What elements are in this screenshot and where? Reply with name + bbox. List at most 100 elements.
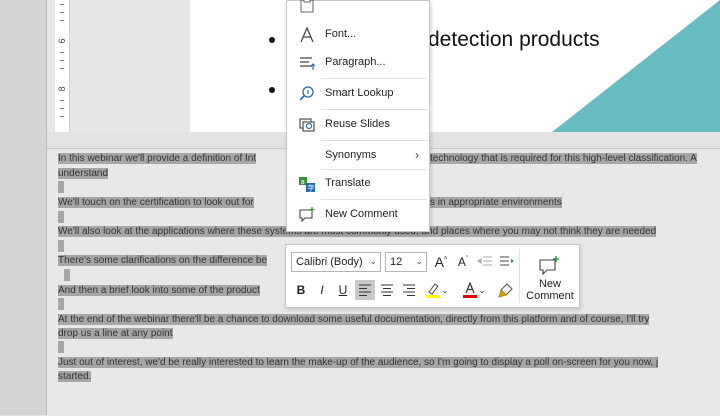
decrease-font-size-icon: Aˇ xyxy=(457,255,469,269)
font-name-value: Calibri (Body) xyxy=(296,256,363,268)
svg-text:a: a xyxy=(301,178,305,186)
font-size-dropdown[interactable]: 12 ⌄ xyxy=(385,252,427,272)
menu-item-label: Smart Lookup xyxy=(325,87,394,99)
menu-item-paragraph[interactable]: Paragraph... xyxy=(287,49,429,77)
bullet-point xyxy=(269,87,275,93)
notes-text: technology that is required for this hig… xyxy=(430,153,697,164)
decrease-indent-button[interactable] xyxy=(475,252,495,272)
chevron-down-icon: ⌄ xyxy=(415,256,423,266)
notes-text: In this webinar we'll provide a definiti… xyxy=(58,153,257,164)
ruler-tick xyxy=(60,68,64,69)
notes-line[interactable]: At the end of the webinar there'll be a … xyxy=(58,313,650,326)
empty-line-highlight xyxy=(58,181,64,193)
menu-item-translate[interactable]: a字 Translate xyxy=(287,170,429,198)
highlight-color-dropdown[interactable]: ⌄ xyxy=(440,280,450,300)
notes-text: understand xyxy=(58,168,109,179)
notes-line[interactable]: drop us a line at any point xyxy=(58,327,173,340)
chevron-down-icon: ⌄ xyxy=(441,285,449,295)
align-right-icon xyxy=(403,284,415,296)
menu-item-label: Translate xyxy=(325,177,371,189)
menu-item-label: Font... xyxy=(325,28,357,40)
vertical-ruler: 6 8 xyxy=(55,0,70,132)
menu-item-paste-options[interactable] xyxy=(287,0,429,19)
decrease-indent-icon xyxy=(477,256,492,266)
toolbar-divider xyxy=(519,249,520,303)
notes-line[interactable]: technology that is required for this hig… xyxy=(430,152,697,165)
bold-button[interactable]: B xyxy=(291,280,311,300)
decrease-font-size-button[interactable]: Aˇ xyxy=(453,252,473,272)
empty-line-highlight xyxy=(58,298,64,310)
chevron-right-icon: › xyxy=(415,148,419,162)
italic-button[interactable]: I xyxy=(312,280,332,300)
smart-lookup-icon xyxy=(297,85,317,103)
notes-text: We'll touch on the certification to look… xyxy=(58,197,254,208)
font-color-dropdown[interactable]: ⌄ xyxy=(477,280,487,300)
notes-line[interactable]: There's some clarifications on the diffe… xyxy=(58,254,268,267)
slide-canvas[interactable]: detection products xyxy=(190,0,720,132)
notes-line[interactable]: Just out of interest, we'd be really int… xyxy=(58,356,659,369)
svg-text:字: 字 xyxy=(308,184,315,193)
notes-text: s in appropriate environments xyxy=(430,197,562,208)
mini-toolbar: Calibri (Body) ⌄ 12 ⌄ A^ Aˇ B I U ⌄ ⌄ Ne… xyxy=(285,244,580,308)
teal-triangle-shape xyxy=(552,0,720,132)
font-size-value: 12 xyxy=(390,256,403,268)
ruler-tick xyxy=(60,60,64,61)
new-comment-button[interactable]: New Comment xyxy=(523,278,577,302)
align-right-button[interactable] xyxy=(399,280,419,300)
notes-text: And then a brief look into some of the p… xyxy=(58,285,260,296)
ruler-tick xyxy=(60,108,64,109)
notes-line[interactable]: In this webinar we'll provide a definiti… xyxy=(58,152,257,165)
menu-item-new-comment[interactable]: New Comment xyxy=(287,201,429,229)
chevron-down-icon: ⌄ xyxy=(369,256,377,266)
empty-line-highlight xyxy=(64,269,70,281)
context-menu: Font... Paragraph... Smart Lookup Reuse … xyxy=(286,0,430,232)
ruler-tick xyxy=(60,52,64,53)
align-left-button[interactable] xyxy=(355,280,375,300)
notes-text: Just out of interest, we'd be really int… xyxy=(58,357,659,368)
notes-text: started. xyxy=(58,371,92,382)
menu-item-smart-lookup[interactable]: Smart Lookup xyxy=(287,80,429,108)
align-center-button[interactable] xyxy=(377,280,397,300)
increase-indent-icon xyxy=(500,256,514,266)
font-color-icon xyxy=(463,282,477,298)
chevron-down-icon: ⌄ xyxy=(478,285,486,295)
align-left-icon xyxy=(359,284,371,296)
notes-line[interactable]: started. xyxy=(58,370,92,383)
menu-separator xyxy=(321,140,427,141)
ruler-number: 8 xyxy=(57,86,67,92)
paragraph-icon xyxy=(297,54,317,72)
font-name-dropdown[interactable]: Calibri (Body) ⌄ xyxy=(291,252,381,272)
notes-line[interactable]: understand xyxy=(58,167,109,180)
notes-line[interactable]: We'll touch on the certification to look… xyxy=(58,196,254,209)
paste-icon xyxy=(297,0,317,14)
menu-separator xyxy=(321,199,427,200)
slide-bullet-text[interactable]: detection products xyxy=(428,28,600,52)
reuse-slides-icon xyxy=(297,116,317,134)
notes-line[interactable]: s in appropriate environments xyxy=(430,196,562,209)
notes-text: There's some clarifications on the diffe… xyxy=(58,255,268,266)
font-icon xyxy=(297,26,317,44)
ruler-tick xyxy=(60,100,64,101)
menu-item-font[interactable]: Font... xyxy=(287,21,429,49)
increase-indent-button[interactable] xyxy=(497,252,517,272)
notes-line[interactable]: And then a brief look into some of the p… xyxy=(58,284,260,297)
menu-item-reuse-slides[interactable]: Reuse Slides xyxy=(287,111,429,139)
increase-font-size-button[interactable]: A^ xyxy=(431,252,451,272)
menu-item-label: Reuse Slides xyxy=(325,118,390,130)
notes-text: At the end of the webinar there'll be a … xyxy=(58,314,650,325)
new-comment-icon xyxy=(297,206,317,224)
slide-thumbnail-pane xyxy=(0,0,46,415)
new-comment-button-icon[interactable] xyxy=(536,253,562,277)
ruler-tick xyxy=(60,12,64,13)
menu-separator xyxy=(321,109,427,110)
menu-item-synonyms[interactable]: Synonyms › xyxy=(287,142,429,170)
underline-button[interactable]: U xyxy=(333,280,353,300)
highlighter-icon xyxy=(426,283,440,298)
notes-text: drop us a line at any point xyxy=(58,328,173,339)
menu-item-label: Synonyms xyxy=(325,149,377,161)
ruler-tick xyxy=(60,116,64,117)
format-painter-button[interactable] xyxy=(496,280,516,300)
empty-line-highlight xyxy=(58,341,64,353)
menu-separator xyxy=(321,78,427,79)
new-comment-icon xyxy=(539,256,559,275)
